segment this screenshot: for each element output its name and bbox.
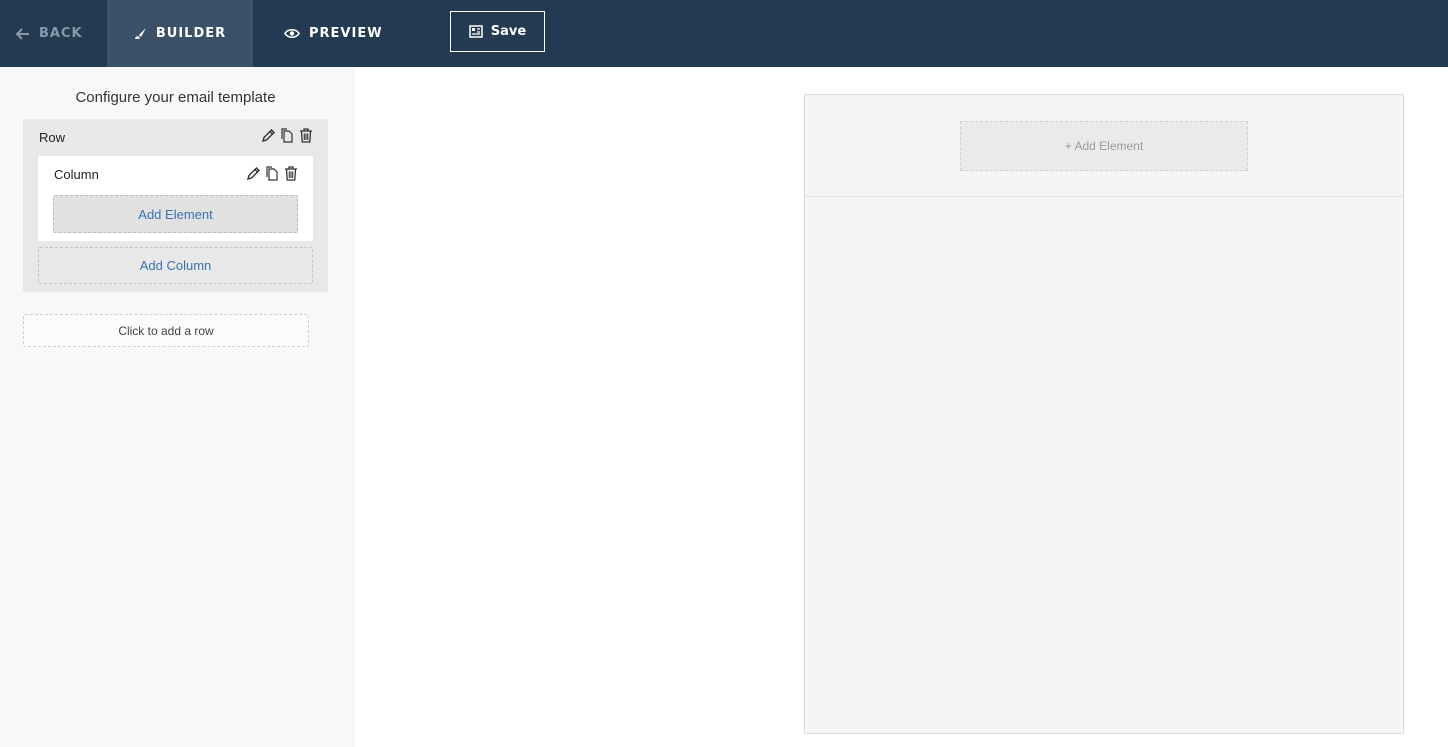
save-button[interactable]: Save: [450, 11, 545, 52]
column-duplicate-button[interactable]: [264, 165, 280, 181]
row-panel: Row Column Add Element Add Column: [23, 119, 328, 292]
preview-label: Preview: [309, 26, 383, 41]
add-row-button[interactable]: Click to add a row: [23, 314, 309, 347]
brush-icon: [134, 28, 146, 39]
sidebar-title: Configure your email template: [75, 89, 276, 106]
tab-preview[interactable]: Preview: [284, 0, 383, 67]
pencil-icon: [261, 128, 275, 142]
top-navbar: Back Builder Preview Save: [0, 0, 1448, 67]
pencil-icon: [246, 166, 260, 180]
row-label: Row: [39, 130, 66, 145]
column-label: Column: [54, 167, 99, 182]
column-edit-button[interactable]: [245, 165, 261, 181]
row-tools: [260, 127, 314, 143]
column-tools: [245, 165, 299, 181]
back-button[interactable]: Back: [16, 0, 83, 67]
row-delete-button[interactable]: [298, 127, 314, 143]
column-delete-button[interactable]: [283, 165, 299, 181]
sidebar: Configure your email template Row Column: [0, 67, 355, 747]
eye-icon: [284, 28, 300, 39]
back-label: Back: [39, 26, 83, 41]
save-label: Save: [490, 24, 527, 39]
copy-icon: [266, 165, 278, 181]
canvas-row: + Add Element: [805, 95, 1403, 197]
trash-icon: [300, 127, 312, 143]
copy-icon: [281, 127, 293, 143]
tab-builder[interactable]: Builder: [107, 0, 253, 67]
arrow-left-icon: [16, 27, 29, 40]
save-icon: [469, 25, 483, 38]
add-column-button[interactable]: Add Column: [38, 247, 313, 284]
email-canvas: + Add Element: [804, 94, 1404, 734]
column-panel: Column Add Element: [38, 156, 313, 241]
canvas-add-element-button[interactable]: + Add Element: [960, 121, 1248, 171]
add-element-button[interactable]: Add Element: [53, 195, 298, 233]
row-edit-button[interactable]: [260, 127, 276, 143]
trash-icon: [285, 165, 297, 181]
builder-label: Builder: [155, 26, 227, 41]
row-duplicate-button[interactable]: [279, 127, 295, 143]
